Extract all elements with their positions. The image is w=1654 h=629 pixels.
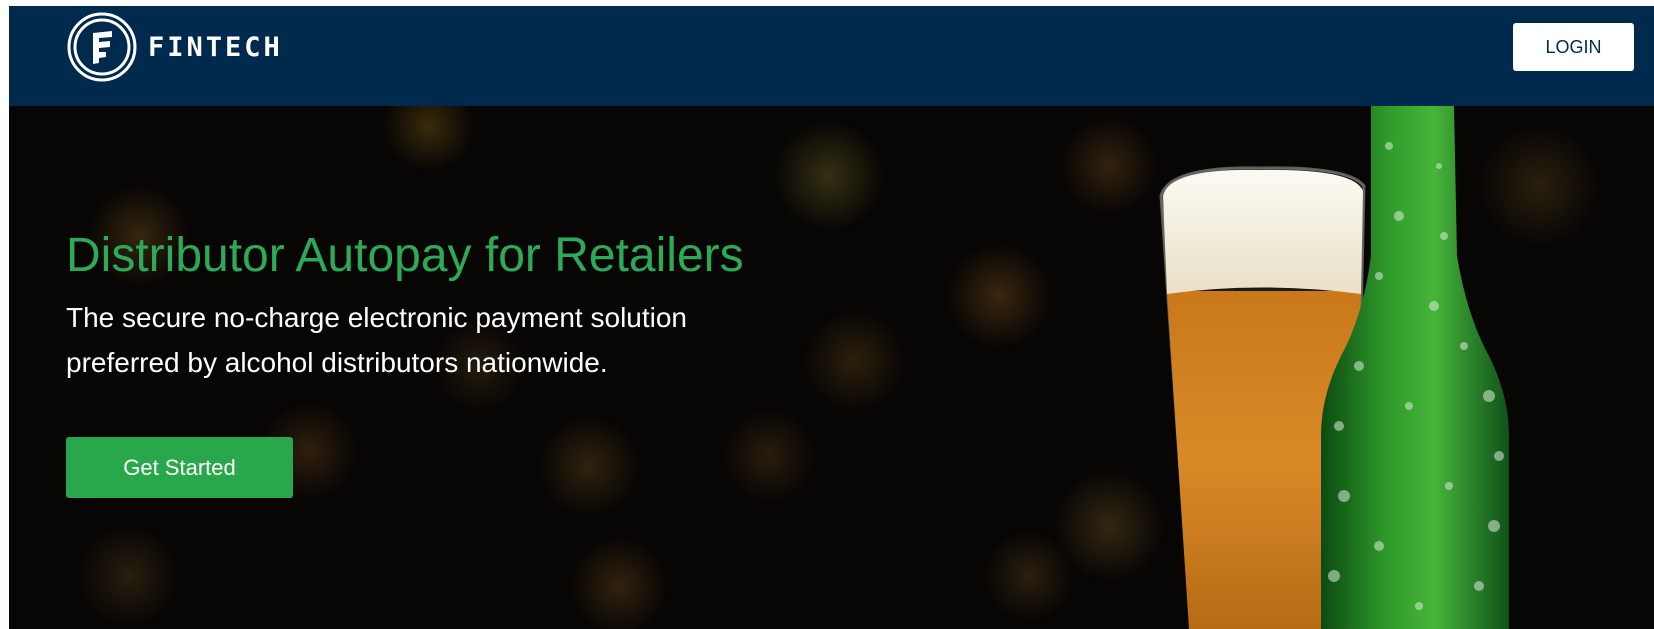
brand-logo-link[interactable]: FINTECH bbox=[66, 10, 283, 84]
fintech-logo-icon bbox=[67, 12, 137, 82]
get-started-button[interactable]: Get Started bbox=[66, 437, 293, 498]
hero-title: Distributor Autopay for Retailers bbox=[66, 229, 744, 282]
page-frame: FINTECH LOGIN Distributor Autopay for Re… bbox=[9, 6, 1654, 629]
top-navbar: FINTECH LOGIN bbox=[9, 6, 1654, 106]
hero-banner: Distributor Autopay for Retailers The se… bbox=[9, 106, 1654, 629]
login-button[interactable]: LOGIN bbox=[1513, 23, 1634, 71]
hero-subtitle: The secure no-charge electronic payment … bbox=[66, 302, 688, 378]
brand-name: FINTECH bbox=[148, 31, 283, 63]
beer-glass-and-bottle-image bbox=[1159, 106, 1509, 629]
